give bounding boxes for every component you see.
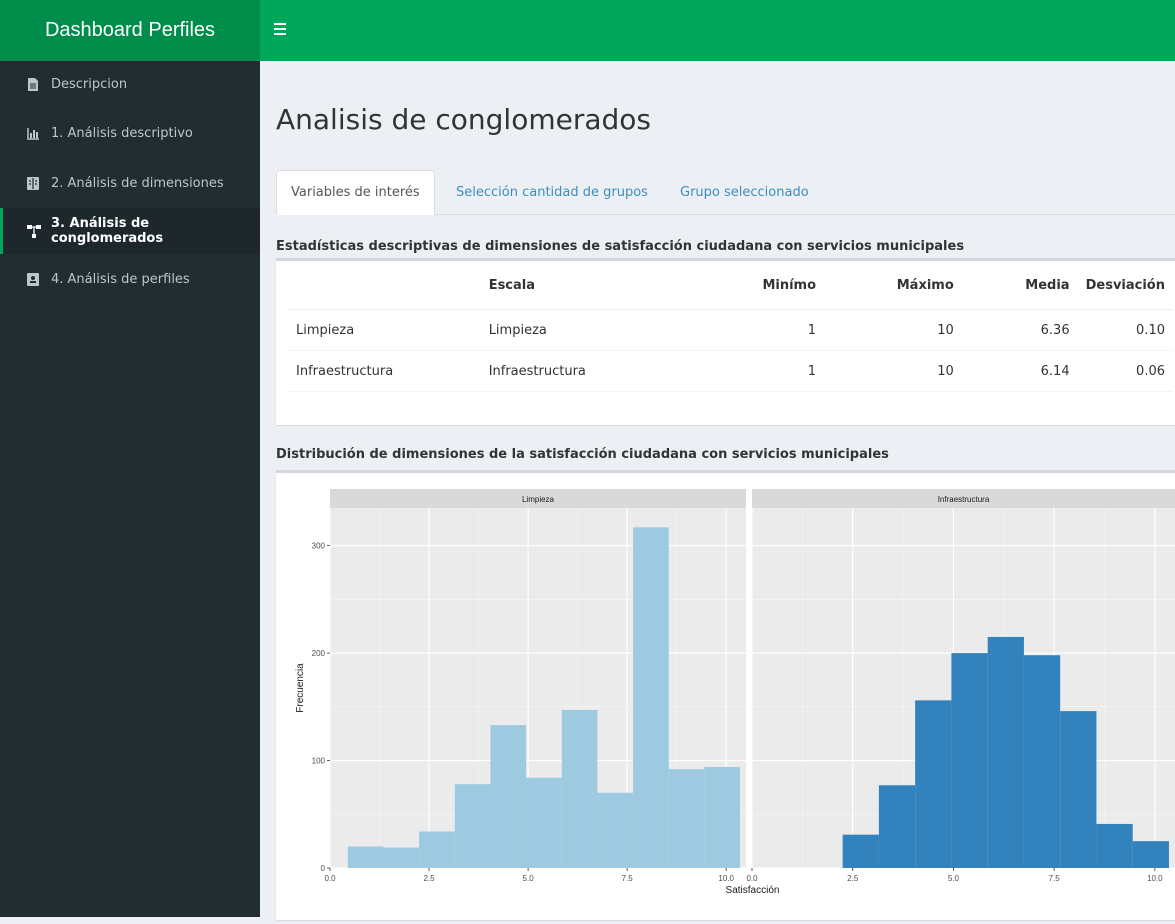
histogram-bar — [633, 527, 669, 868]
sidebar-item-label: Descripcion — [51, 76, 128, 92]
tab-variables-de-interes[interactable]: Variables de interés — [276, 170, 435, 215]
tab-seleccion-cantidad-grupos[interactable]: Selección cantidad de grupos — [442, 170, 662, 214]
table-cell: Infraestructura — [480, 350, 687, 392]
sidebar-item-analisis-perfiles[interactable]: 4. Análisis de perfiles — [0, 256, 260, 302]
table-cell: 6.14 — [961, 350, 1078, 392]
page-title: Analisis de conglomerados — [276, 103, 651, 136]
sidebar-item-descripcion[interactable]: Descripcion — [0, 61, 260, 107]
table-cell: 10 — [824, 309, 962, 351]
top-navbar — [260, 0, 1175, 61]
sidebar-item-analisis-conglomerados[interactable]: 3. Análisis de conglomerados — [0, 208, 260, 254]
histogram-bar — [915, 700, 952, 868]
columns-icon — [27, 176, 39, 190]
sidebar-item-label: 3. Análisis de conglomerados — [51, 216, 164, 246]
column-header: Desviación — [1077, 261, 1173, 310]
x-tick-label: 10.0 — [1147, 874, 1163, 883]
histogram-bar — [878, 785, 916, 868]
sitemap-icon — [27, 224, 41, 238]
chart-heading: Distribución de dimensiones de la satisf… — [276, 447, 889, 462]
y-tick-label: 300 — [312, 542, 326, 551]
sidebar: Descripcion 1. Análisis descriptivo 2. A… — [0, 61, 260, 917]
id-card-icon — [27, 272, 39, 286]
table-cell: Infraestructura — [288, 350, 481, 392]
sidebar-item-label: 4. Análisis de perfiles — [51, 271, 190, 287]
column-header: Minímo — [686, 261, 825, 310]
table-cell: 0.06 — [1077, 350, 1173, 392]
tab-bar: Variables de interés Selección cantidad … — [276, 170, 1175, 215]
sidebar-toggle-icon[interactable] — [274, 20, 288, 40]
sidebar-item-label: 1. Análisis descriptivo — [51, 125, 193, 141]
histogram-bar — [668, 769, 705, 868]
stats-table: Escala Minímo Máximo Media Desviación Li… — [288, 261, 1173, 392]
app-logo[interactable]: Dashboard Perfiles — [0, 0, 260, 61]
file-icon — [27, 77, 39, 91]
histogram-bar — [490, 725, 527, 868]
histogram-bar — [526, 777, 562, 868]
x-tick-label: 0.0 — [746, 874, 758, 883]
table-cell: 0.10 — [1077, 309, 1173, 351]
y-tick-label: 100 — [312, 757, 326, 766]
histogram-bar — [704, 766, 741, 868]
histogram-bar — [419, 831, 455, 868]
x-tick-label: 7.5 — [622, 874, 634, 883]
column-header: Máximo — [824, 261, 962, 310]
tab-grupo-seleccionado[interactable]: Grupo seleccionado — [666, 170, 823, 214]
x-tick-label: 10.0 — [718, 874, 734, 883]
histogram-bar — [561, 710, 598, 868]
column-header — [288, 261, 481, 310]
histogram-bar — [842, 834, 879, 868]
table-cell: 1 — [686, 309, 825, 351]
histogram-bar — [454, 784, 491, 868]
histogram-bar — [1132, 841, 1169, 868]
x-tick-label: 2.5 — [847, 874, 859, 883]
chart-box: Limpieza 0.0 2.5 5.0 7.5 10.0 Infraestructura 0… — [276, 470, 1175, 920]
y-tick-label: 200 — [312, 649, 326, 658]
histogram-bar — [951, 653, 988, 868]
histogram-bar — [987, 636, 1024, 868]
x-tick-label: 5.0 — [523, 874, 535, 883]
table-header-row: Escala Minímo Máximo Media Desviación — [288, 261, 1173, 310]
table-cell: Limpieza — [480, 309, 687, 351]
table-row: Limpieza Limpieza 1 10 6.36 0.10 — [288, 309, 1173, 351]
facet-strip-label: Infraestructura — [938, 495, 990, 504]
y-axis-title: Frecuencia — [295, 663, 306, 713]
x-axis-title: Satisfacción — [726, 885, 780, 896]
histogram-bar — [1023, 655, 1061, 868]
column-header: Media — [961, 261, 1078, 310]
bar-chart-icon — [27, 127, 39, 140]
histogram-bar — [347, 846, 384, 868]
column-header: Escala — [480, 261, 687, 310]
table-cell: Limpieza — [288, 309, 481, 351]
sidebar-item-analisis-dimensiones[interactable]: 2. Análisis de dimensiones — [0, 160, 260, 206]
histogram-chart: Limpieza 0.0 2.5 5.0 7.5 10.0 Infraestructura 0… — [295, 489, 1175, 896]
x-tick-label: 7.5 — [1049, 874, 1061, 883]
x-tick-label: 2.5 — [423, 874, 435, 883]
table-cell: 10 — [824, 350, 962, 392]
y-tick-label: 0 — [321, 864, 326, 873]
table-cell: 6.36 — [961, 309, 1078, 351]
histogram-bar — [383, 847, 420, 868]
x-tick-label: 0.0 — [324, 874, 336, 883]
table-cell: 1 — [686, 350, 825, 392]
facet-strip-label: Limpieza — [522, 495, 555, 504]
sidebar-item-label: 2. Análisis de dimensiones — [51, 175, 224, 191]
histogram-bar — [597, 792, 634, 868]
sidebar-item-analisis-descriptivo[interactable]: 1. Análisis descriptivo — [0, 110, 260, 156]
stats-heading: Estadísticas descriptivas de dimensiones… — [276, 239, 965, 254]
histogram-bar — [1060, 711, 1097, 868]
table-row: Infraestructura Infraestructura 1 10 6.1… — [288, 350, 1173, 392]
stats-box: Escala Minímo Máximo Media Desviación Li… — [276, 258, 1175, 425]
histogram-bar — [1096, 823, 1133, 868]
x-tick-label: 5.0 — [948, 874, 960, 883]
